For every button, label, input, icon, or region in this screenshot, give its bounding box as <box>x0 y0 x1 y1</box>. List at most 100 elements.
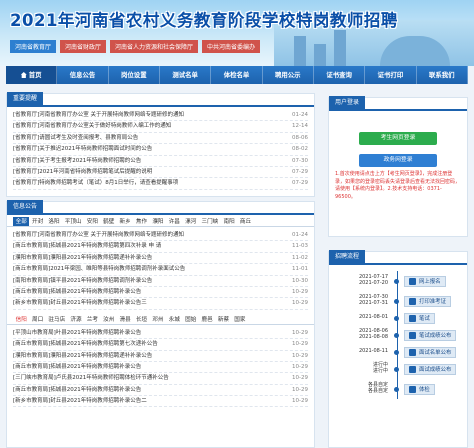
item-date: 01-24 <box>292 232 308 238</box>
link-hr-dept[interactable]: 河南省人力资源和社会保障厅 <box>110 40 199 53</box>
city-tab[interactable]: 濮阳 <box>150 217 166 226</box>
city-tab[interactable]: 新乡 <box>117 217 133 226</box>
city-tab[interactable]: 长垣 <box>133 315 149 324</box>
nav-announcements[interactable]: 信息公告 <box>57 66 109 84</box>
city-tab[interactable]: 固始 <box>183 315 199 324</box>
city-tab[interactable]: 周口 <box>29 315 45 324</box>
item-title[interactable]: [省教育厅]河南省教育厅办公室关于做好特岗教师入编工作的通知 <box>13 121 171 131</box>
item-title[interactable]: [商丘市教育局]拓城县2021年特岗教师招聘第四次补录 申 请 <box>13 241 161 251</box>
city-tab[interactable]: 开封 <box>29 217 45 226</box>
nav-cert-print[interactable]: 证书打印 <box>365 66 417 84</box>
info-row[interactable]: [商丘市教育局]拓城县2021年特岗教师招聘第四次补录 申 请 11-03 <box>13 241 308 253</box>
city-tab[interactable]: 新蔡 <box>215 315 231 324</box>
info-row[interactable]: [平顶山市教育局]叶县2021年特岗教师招聘补录公告 10-29 <box>13 328 308 340</box>
item-title[interactable]: [省教育厅]关于推迟2021年特岗教师招聘面试时间的公告 <box>13 144 152 154</box>
item-title[interactable]: [商丘市教育局]2021年梁园、睢阳等县特岗教师招聘调剂补录面试公告 <box>13 264 185 274</box>
info-row[interactable]: [商丘市教育局]拓城县2021年特岗教师招聘第七次递补公告 10-29 <box>13 339 308 351</box>
city-tab[interactable]: 三门峡 <box>199 217 221 226</box>
item-date: 12-14 <box>292 123 308 130</box>
nav-contact[interactable]: 联系我们 <box>417 66 468 84</box>
info-row[interactable]: [商丘市教育局]拓城县2021年特岗教师招聘补录公告 10-29 <box>13 287 308 299</box>
item-date: 10-29 <box>292 386 308 393</box>
city-tab[interactable]: 邓州 <box>150 315 166 324</box>
nav-hiring-notice[interactable]: 聘用公示 <box>263 66 314 84</box>
info-row[interactable]: [新乡市教育局]封丘县2021年特岗教师招聘补录公告二 10-29 <box>13 396 308 408</box>
item-title[interactable]: [省教育厅]河南省教育厅办公室 关于开展特岗教师网络专题研修的通知 <box>13 110 184 120</box>
info-row[interactable]: [新乡市教育局]封丘县2021年特岗教师招聘补录公告三 10-29 <box>13 298 308 310</box>
important-row[interactable]: [省教育厅]关于考生报考2021年特岗教师招聘的公告 07-30 <box>13 156 308 167</box>
city-tab[interactable]: 鹿邑 <box>199 315 215 324</box>
info-row[interactable]: [濮阳市教育局]濮阳县2021年特岗教师招聘递补补录公告 10-29 <box>13 351 308 362</box>
city-tab[interactable]: 国家 <box>232 315 248 324</box>
city-tab[interactable]: 兰考 <box>84 315 100 324</box>
step-icon <box>409 314 416 322</box>
important-row[interactable]: [省教育厅]河南省教育厅办公室关于做好特岗教师入编工作的通知 12-14 <box>13 121 308 133</box>
important-row[interactable]: [省教育厅]关于推迟2021年特岗教师招聘面试时间的公告 08-02 <box>13 144 308 156</box>
info-row[interactable]: [三门峡市教育局]卢氏县2021年特岗教师招聘体检环节通补公告 10-29 <box>13 373 308 385</box>
item-date: 10-30 <box>292 277 308 284</box>
link-finance-dept[interactable]: 河南省财政厅 <box>60 40 107 53</box>
city-tab[interactable]: 焦作 <box>133 217 149 226</box>
item-title[interactable]: [南阳市教育局]镇平县2021年特岗教师招聘调剂补录公告 <box>13 276 152 286</box>
city-tab[interactable]: 鹤壁 <box>101 217 117 226</box>
city-tab[interactable]: 安阳 <box>84 217 100 226</box>
city-tab[interactable]: 平顶山 <box>62 217 84 226</box>
city-tab[interactable]: 全部 <box>13 217 30 226</box>
info-row[interactable]: [商丘市教育局]拓城县2021年特岗教师招聘补录公告 10-29 <box>13 385 308 397</box>
nav-medical-list[interactable]: 体检名单 <box>211 66 263 84</box>
city-tab[interactable]: 驻马店 <box>46 315 68 324</box>
city-tab[interactable]: 洛阳 <box>46 217 62 226</box>
item-title[interactable]: [商丘市教育局]拓城县2021年特岗教师招聘补录公告 <box>13 287 141 297</box>
city-tab[interactable]: 商丘 <box>237 217 253 226</box>
item-title[interactable]: [省教育厅]关于考生报考2021年特岗教师招聘的公告 <box>13 156 141 166</box>
city-tab[interactable]: 许昌 <box>166 217 182 226</box>
login-panel: 用户登录 考生网页登录 政务网登录 1.首次使用请点击上方【考生网页登录】，完成… <box>328 96 468 237</box>
info-row[interactable]: [商丘市教育局]2021年梁园、睢阳等县特岗教师招聘调剂补录面试公告 11-01 <box>13 264 308 276</box>
city-tab[interactable]: 济源 <box>68 315 84 324</box>
item-title[interactable]: [新乡市教育局]封丘县2021年特岗教师招聘补录公告三 <box>13 298 147 308</box>
step-date: 各县自定 各县自定 <box>367 382 388 394</box>
city-tab[interactable]: 汝州 <box>101 315 117 324</box>
important-row[interactable]: [省教育厅]特岗教师招聘考试（笔试）8月1日举行，请查看提醒事项 07-29 <box>13 178 308 190</box>
item-title[interactable]: [平顶山市教育局]叶县2021年特岗教师招聘补录公告 <box>13 328 141 338</box>
step-icon <box>409 365 416 373</box>
link-org-office[interactable]: 中共河南省委编办 <box>202 40 261 53</box>
examinee-login-button[interactable]: 考生网页登录 <box>359 132 437 145</box>
nav-cert-query[interactable]: 证书查询 <box>314 66 366 84</box>
info-row[interactable]: [南阳市教育局]镇平县2021年特岗教师招聘调剂补录公告 10-30 <box>13 276 308 287</box>
item-title[interactable]: [省教育厅]请圆试考生及时查阅报考、县教育局公告 <box>13 133 138 143</box>
page-title: 2021年河南省农村义务教育阶段学校特岗教师招聘 <box>10 11 398 30</box>
item-title[interactable]: [省教育厅]2021年河南省特岗教师招聘笔试后提醒的说明 <box>13 167 152 177</box>
step-label-box: 面试成绩公布 <box>404 363 457 375</box>
step-icon <box>409 348 416 356</box>
item-date: 07-29 <box>292 180 308 187</box>
city-tab[interactable]: 南阳 <box>221 217 237 226</box>
item-title[interactable]: [新乡市教育局]封丘县2021年特岗教师招聘补录公告二 <box>13 396 147 406</box>
nav-positions[interactable]: 岗位设置 <box>109 66 160 84</box>
item-title[interactable]: [省教育厅]河南省教育厅办公室 关于开展特岗教师网络专题研修的通知 <box>13 230 184 240</box>
important-row[interactable]: [省教育厅]2021年河南省特岗教师招聘笔试后提醒的说明 07-29 <box>13 167 308 179</box>
item-title[interactable]: [三门峡市教育局]卢氏县2021年特岗教师招聘体检环节通补公告 <box>13 373 169 383</box>
info-row[interactable]: [濮阳市教育局]濮阳县2021年特岗教师招聘递补补录公告 11-02 <box>13 253 308 265</box>
admin-login-button[interactable]: 政务网登录 <box>359 154 437 167</box>
city-tab[interactable]: 永城 <box>166 315 182 324</box>
important-row[interactable]: [省教育厅]请圆试考生及时查阅报考、县教育局公告 08-06 <box>13 133 308 145</box>
item-title[interactable]: [商丘市教育局]拓城县2021年特岗教师招聘补录公告 <box>13 362 141 372</box>
step-icon <box>409 277 416 285</box>
city-tab[interactable]: 滑县 <box>117 315 133 324</box>
info-row[interactable]: [商丘市教育局]拓城县2021年特岗教师招聘补录公告 10-29 <box>13 362 308 374</box>
step-icon <box>409 385 416 393</box>
item-title[interactable]: [商丘市教育局]拓城县2021年特岗教师招聘补录公告 <box>13 385 141 395</box>
info-row[interactable]: [省教育厅]河南省教育厅办公室 关于开展特岗教师网络专题研修的通知 01-24 <box>13 230 308 242</box>
item-title[interactable]: [商丘市教育局]拓城县2021年特岗教师招聘第七次递补公告 <box>13 339 158 349</box>
city-tab[interactable]: 漯河 <box>183 217 199 226</box>
important-row[interactable]: [省教育厅]河南省教育厅办公室 关于开展特岗教师网络专题研修的通知 01-24 <box>13 110 308 122</box>
nav-test-list[interactable]: 测试名单 <box>160 66 212 84</box>
city-tab[interactable]: 信阳 <box>13 315 29 324</box>
link-education-dept[interactable]: 河南省教育厅 <box>10 40 57 53</box>
step-date: 2021-08-11 <box>358 348 388 355</box>
item-title[interactable]: [濮阳市教育局]濮阳县2021年特岗教师招聘递补补录公告 <box>13 253 152 263</box>
nav-home[interactable]: 首页 <box>6 66 58 84</box>
item-title[interactable]: [省教育厅]特岗教师招聘考试（笔试）8月1日举行，请查看提醒事项 <box>13 178 178 188</box>
item-title[interactable]: [濮阳市教育局]濮阳县2021年特岗教师招聘递补补录公告 <box>13 351 152 361</box>
